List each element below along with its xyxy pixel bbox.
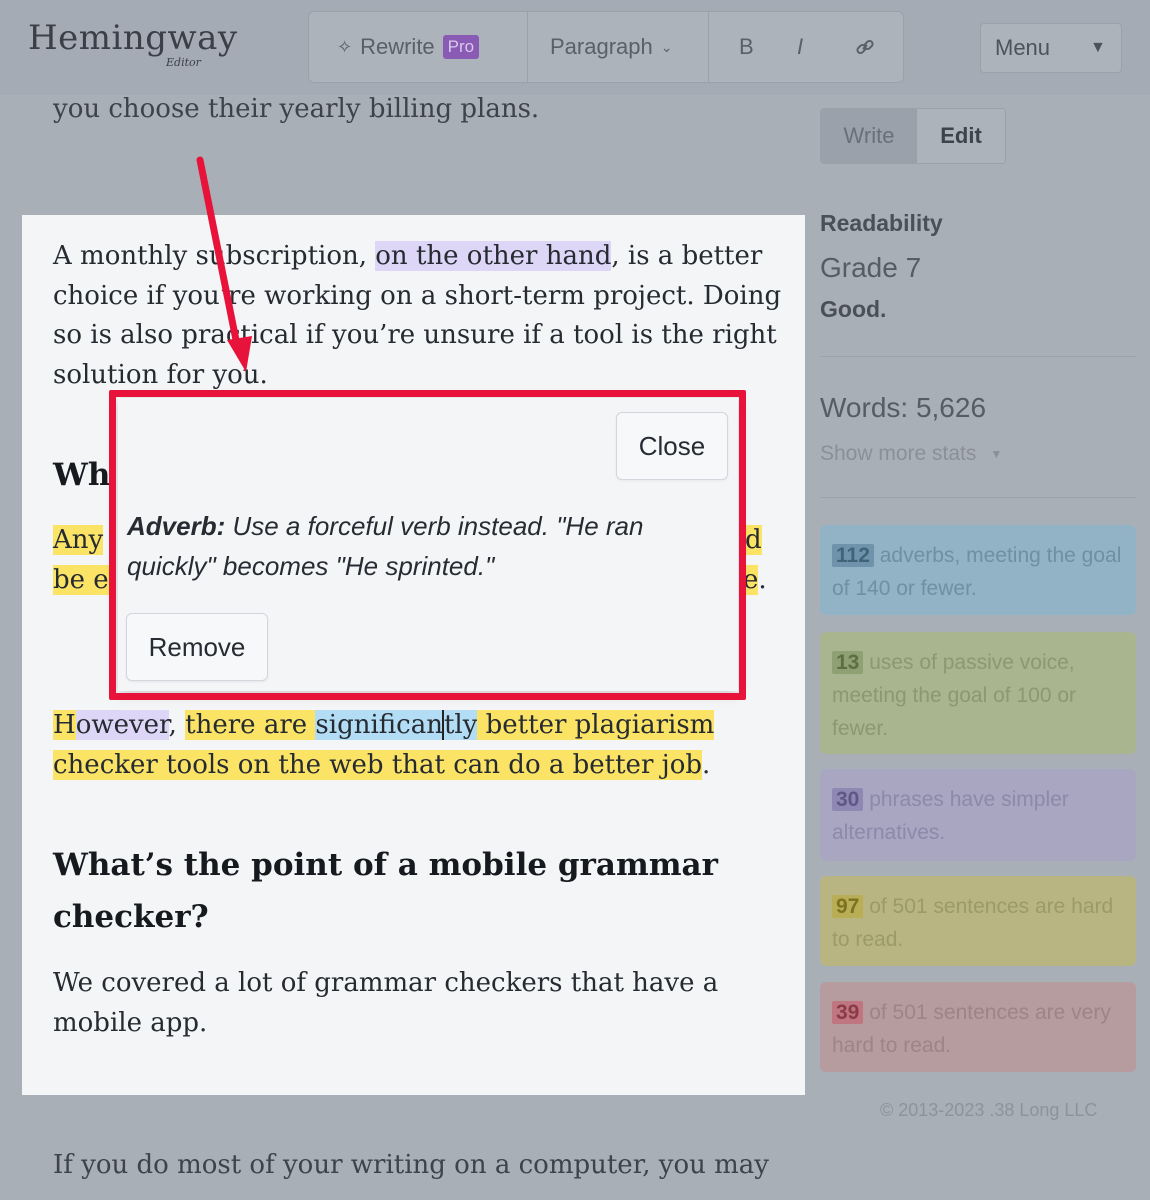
text-run: A monthly subscription, [53, 241, 376, 271]
copyright-text: © 2013-2023 .38 Long LLC [880, 1100, 1098, 1120]
menu-label: Menu [995, 35, 1051, 60]
toolbar-divider [708, 11, 709, 83]
grade-verdict: Good. [820, 296, 887, 322]
background-text-line: If you do most of your writing on a comp… [53, 1150, 769, 1180]
simpler-phrases-stat-card[interactable]: 30 phrases have simpler alternatives. [820, 769, 1136, 861]
bold-icon: B [739, 34, 754, 59]
hard-sentence-highlight[interactable]: Any [53, 525, 104, 555]
bold-button[interactable]: B [739, 34, 797, 60]
passive-voice-stat-card[interactable]: 13 uses of passive voice, meeting the go… [820, 632, 1136, 754]
grade-level: Grade 7 [820, 252, 922, 283]
hard-sentence-highlight[interactable]: there are [185, 710, 316, 740]
link-button[interactable] [855, 37, 895, 57]
hard-sentences-stat-card[interactable]: 97 of 501 sentences are hard to read. [820, 876, 1136, 966]
stat-number: 112 [832, 544, 874, 567]
paragraph-mobile[interactable]: We covered a lot of grammar checkers tha… [53, 964, 783, 1043]
app-header: Hemingway Editor ✧ Rewrite Pro Paragraph… [0, 0, 1150, 95]
simpler-phrase-highlight[interactable]: owever [75, 710, 169, 740]
pro-badge: Pro [442, 35, 480, 59]
hard-sentence-highlight[interactable]: d [745, 525, 762, 555]
toolbar-divider [527, 11, 528, 83]
adverb-text: significan [315, 710, 443, 740]
app-logo-subtitle: Editor [166, 56, 201, 69]
stat-number: 13 [832, 651, 864, 674]
chevron-down-icon: ⌄ [660, 38, 673, 55]
text-run: . [702, 749, 711, 780]
formatting-toolbar: ✧ Rewrite Pro Paragraph ⌄ B I [308, 11, 904, 83]
stat-number: 97 [832, 895, 864, 918]
stat-number: 39 [832, 1001, 864, 1024]
partial-paragraph-end: d [745, 521, 785, 561]
show-more-stats-link[interactable]: Show more stats ▼ [820, 442, 1002, 466]
caret-down-icon: ▼ [990, 447, 1003, 461]
stat-text: adverbs, meeting the goal of 140 or fewe… [832, 544, 1122, 600]
text-caret: tly [441, 710, 478, 740]
paragraph-dropdown[interactable]: Paragraph ⌄ [550, 34, 708, 60]
hard-sentence-highlight[interactable]: be e [53, 565, 109, 595]
sidebar-divider [820, 497, 1136, 498]
paragraph-subscription[interactable]: A monthly subscription, on the other han… [53, 237, 783, 395]
menu-button[interactable]: Menu ▼ [980, 23, 1122, 73]
paragraph-plagiarism[interactable]: However, there are significantly better … [53, 706, 783, 785]
partial-paragraph-end: e. [743, 565, 767, 595]
section-heading: What’s the point of a mobile grammar che… [53, 847, 718, 935]
simpler-phrase-highlight[interactable]: on the other hand [375, 241, 612, 271]
write-mode-button[interactable]: Write [821, 109, 917, 163]
caret-down-icon: ▼ [1090, 39, 1106, 56]
text-run: , [168, 710, 186, 740]
italic-icon: I [797, 34, 804, 59]
sparkle-icon: ✧ [337, 36, 353, 57]
word-count: Words: 5,626 [820, 392, 987, 423]
annotation-highlight-frame [109, 390, 746, 700]
stat-text: of 501 sentences are hard to read. [832, 895, 1114, 951]
mode-toggle: Write Edit [820, 108, 1006, 164]
paragraph-label: Paragraph [550, 34, 653, 59]
hard-sentence-highlight[interactable]: H [53, 710, 76, 740]
stat-text: of 501 sentences are very hard to read. [832, 1001, 1111, 1057]
very-hard-sentences-stat-card[interactable]: 39 of 501 sentences are very hard to rea… [820, 982, 1136, 1072]
readability-label: Readability [820, 210, 943, 236]
rewrite-label: Rewrite [360, 34, 435, 59]
stat-text: uses of passive voice, meeting the goal … [832, 651, 1077, 740]
show-more-stats-label: Show more stats [820, 442, 977, 465]
background-text-line: you choose their yearly billing plans. [53, 94, 540, 124]
adverb-stat-card[interactable]: 112 adverbs, meeting the goal of 140 or … [820, 525, 1136, 615]
app-logo: Hemingway [28, 18, 238, 58]
edit-mode-button[interactable]: Edit [917, 109, 1005, 163]
stat-number: 30 [832, 788, 864, 811]
adverb-highlight[interactable]: significantly [315, 710, 478, 740]
italic-button[interactable]: I [797, 34, 855, 60]
stat-text: phrases have simpler alternatives. [832, 788, 1069, 844]
sidebar-divider [820, 356, 1136, 357]
link-icon [856, 39, 874, 55]
rewrite-button[interactable]: ✧ Rewrite Pro [337, 34, 527, 60]
